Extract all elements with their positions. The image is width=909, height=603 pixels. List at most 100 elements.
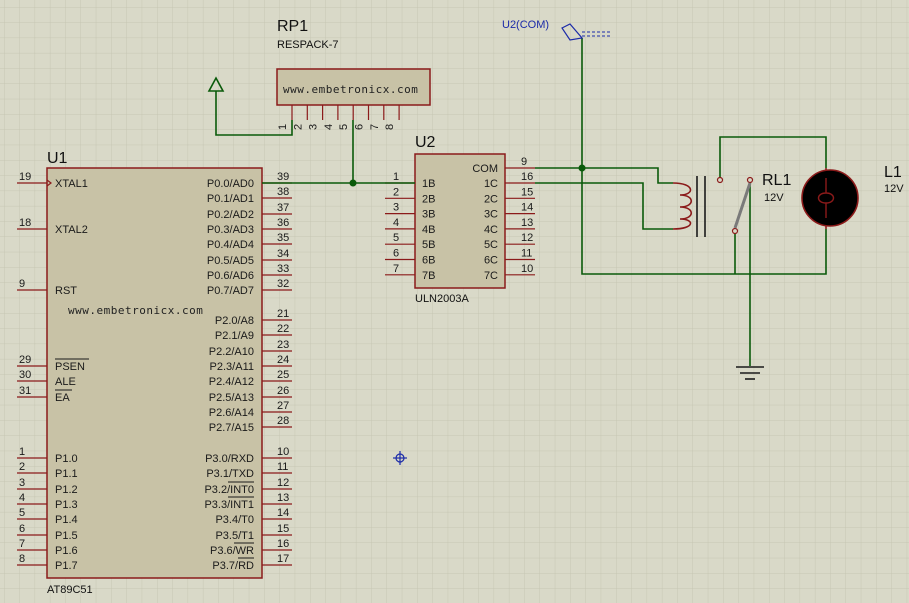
u1-pin-label: P0.2/AD2 bbox=[207, 209, 254, 221]
u1-pin-label: P1.5 bbox=[55, 530, 78, 542]
u1-pin-number: 12 bbox=[277, 477, 289, 489]
u1-pin-number: 37 bbox=[277, 202, 289, 214]
u2-output-pin-number: 15 bbox=[521, 186, 533, 198]
u2-output-pin-label: 7C bbox=[484, 270, 498, 282]
u2-com-pin-number: 9 bbox=[521, 156, 527, 168]
u1-pin-label: P3.1/TXD bbox=[206, 468, 254, 480]
junction-com bbox=[578, 164, 586, 172]
u1-pin-number: 3 bbox=[19, 477, 25, 489]
l1-value: 12V bbox=[884, 183, 904, 195]
u1-pin-label: P1.2 bbox=[55, 484, 78, 496]
u2-input-pin-number: 5 bbox=[393, 232, 399, 244]
u1-pin-number: 29 bbox=[19, 354, 31, 366]
rp1-pin-number: 3 bbox=[308, 124, 320, 130]
rl1-refdes: RL1 bbox=[762, 172, 791, 189]
u1-pin-label: P2.7/A15 bbox=[209, 422, 254, 434]
u2-output-pin-label: 2C bbox=[484, 193, 498, 205]
u1-pin-number: 14 bbox=[277, 507, 289, 519]
u1-pin-label: P2.2/A10 bbox=[209, 346, 254, 358]
u1-pin-label: P0.0/AD0 bbox=[207, 178, 254, 190]
u1-pin-number: 22 bbox=[277, 323, 289, 335]
u1-pin-number: 25 bbox=[277, 369, 289, 381]
u1-pin-label: P3.0/RXD bbox=[205, 453, 254, 465]
u1-pin-label: P2.6/A14 bbox=[209, 407, 254, 419]
u2-output-pin-number: 13 bbox=[521, 217, 533, 229]
u1-pin-label: P3.6/WR bbox=[210, 545, 254, 557]
u1-pin-label: P3.2/INT0 bbox=[204, 484, 254, 496]
u2-output-pin-label: 5C bbox=[484, 239, 498, 251]
u1-pin-label: P3.5/T1 bbox=[215, 530, 254, 542]
schematic-canvas[interactable]: U1 AT89C51 www.embetronicx.com 19XTAL118… bbox=[0, 0, 909, 603]
relay-contact-com bbox=[746, 176, 754, 184]
u1-pin-number: 2 bbox=[19, 461, 25, 473]
u1-pin-number: 34 bbox=[277, 248, 289, 260]
rp1-pin-number: 8 bbox=[384, 124, 396, 130]
u1-pin-number: 7 bbox=[19, 538, 25, 550]
u2-com-label: COM bbox=[472, 163, 498, 175]
u1-pin-number: 30 bbox=[19, 369, 31, 381]
u1-pin-label: P0.3/AD3 bbox=[207, 224, 254, 236]
u1-pin-number: 31 bbox=[19, 385, 31, 397]
u1-pin-number: 26 bbox=[277, 385, 289, 397]
rp1-pin-number: 2 bbox=[292, 124, 304, 130]
u1-pin-number: 13 bbox=[277, 492, 289, 504]
u1-pin-number: 39 bbox=[277, 171, 289, 183]
u1-pin-label: P1.0 bbox=[55, 453, 78, 465]
u2-output-pin-label: 1C bbox=[484, 178, 498, 190]
rp1-watermark: www.embetronicx.com bbox=[283, 83, 418, 96]
u1-pin-label: P3.4/T0 bbox=[215, 514, 254, 526]
u2-input-pin-number: 1 bbox=[393, 171, 399, 183]
u2-input-pin-label: 6B bbox=[422, 255, 435, 267]
u2-input-pin-label: 5B bbox=[422, 239, 435, 251]
u2-input-pin-number: 7 bbox=[393, 263, 399, 275]
u1-pin-label: P0.7/AD7 bbox=[207, 285, 254, 297]
u1-pin-label: P0.1/AD1 bbox=[207, 193, 254, 205]
rp1-pin-number: 7 bbox=[369, 124, 381, 130]
u2-input-pin-number: 6 bbox=[393, 248, 399, 260]
u1-pin-number: 4 bbox=[19, 492, 25, 504]
u2-input-pin-label: 3B bbox=[422, 209, 435, 221]
u1-pin-label: P2.3/A11 bbox=[210, 361, 254, 373]
u1-microcontroller[interactable]: U1 AT89C51 www.embetronicx.com 19XTAL118… bbox=[17, 150, 292, 596]
u1-pin-number: 33 bbox=[277, 263, 289, 275]
u2-input-pin-number: 4 bbox=[393, 217, 399, 229]
u1-pin-number: 17 bbox=[277, 553, 289, 565]
u1-pin-label: P1.1 bbox=[55, 468, 78, 480]
l1-refdes: L1 bbox=[884, 164, 902, 181]
u1-pin-number: 1 bbox=[19, 446, 25, 458]
u1-pin-label: EA bbox=[55, 392, 70, 404]
u1-pin-number: 35 bbox=[277, 232, 289, 244]
rp1-pin-number: 1 bbox=[277, 124, 289, 130]
u1-pin-label: RST bbox=[55, 285, 77, 297]
u1-pin-number: 19 bbox=[19, 171, 31, 183]
relay-contact-nc bbox=[716, 176, 724, 184]
u2-output-pin-number: 11 bbox=[521, 248, 532, 260]
u1-pin-label: P3.3/INT1 bbox=[204, 499, 254, 511]
u1-pin-number: 23 bbox=[277, 339, 289, 351]
rp1-pin-number: 6 bbox=[354, 124, 366, 130]
u1-pin-label: P0.5/AD5 bbox=[207, 255, 254, 267]
u2-output-pin-number: 12 bbox=[521, 232, 533, 244]
u1-part-name: AT89C51 bbox=[47, 584, 93, 596]
u1-pin-label: XTAL2 bbox=[55, 224, 88, 236]
u1-watermark: www.embetronicx.com bbox=[68, 304, 203, 317]
u1-pin-number: 32 bbox=[277, 278, 289, 290]
u2-output-pin-number: 14 bbox=[521, 202, 533, 214]
u2-output-pin-number: 10 bbox=[521, 263, 533, 275]
u1-pin-number: 18 bbox=[19, 217, 31, 229]
u1-pin-label: ALE bbox=[55, 376, 76, 388]
u1-refdes: U1 bbox=[47, 150, 68, 167]
relay-contact-no bbox=[731, 227, 739, 235]
u1-pin-number: 16 bbox=[277, 538, 289, 550]
junction-rp1-p00 bbox=[349, 179, 357, 187]
u2-part-name: ULN2003A bbox=[415, 293, 469, 305]
u1-pin-label: P2.5/A13 bbox=[209, 392, 254, 404]
u1-pin-label: P1.4 bbox=[55, 514, 78, 526]
u2-input-pin-label: 2B bbox=[422, 193, 435, 205]
lamp-icon bbox=[801, 169, 859, 227]
rp1-refdes: RP1 bbox=[277, 18, 308, 35]
u1-pin-number: 24 bbox=[277, 354, 289, 366]
u1-pin-number: 27 bbox=[277, 400, 289, 412]
u1-pin-label: P0.4/AD4 bbox=[207, 239, 254, 251]
u1-pin-number: 5 bbox=[19, 507, 25, 519]
